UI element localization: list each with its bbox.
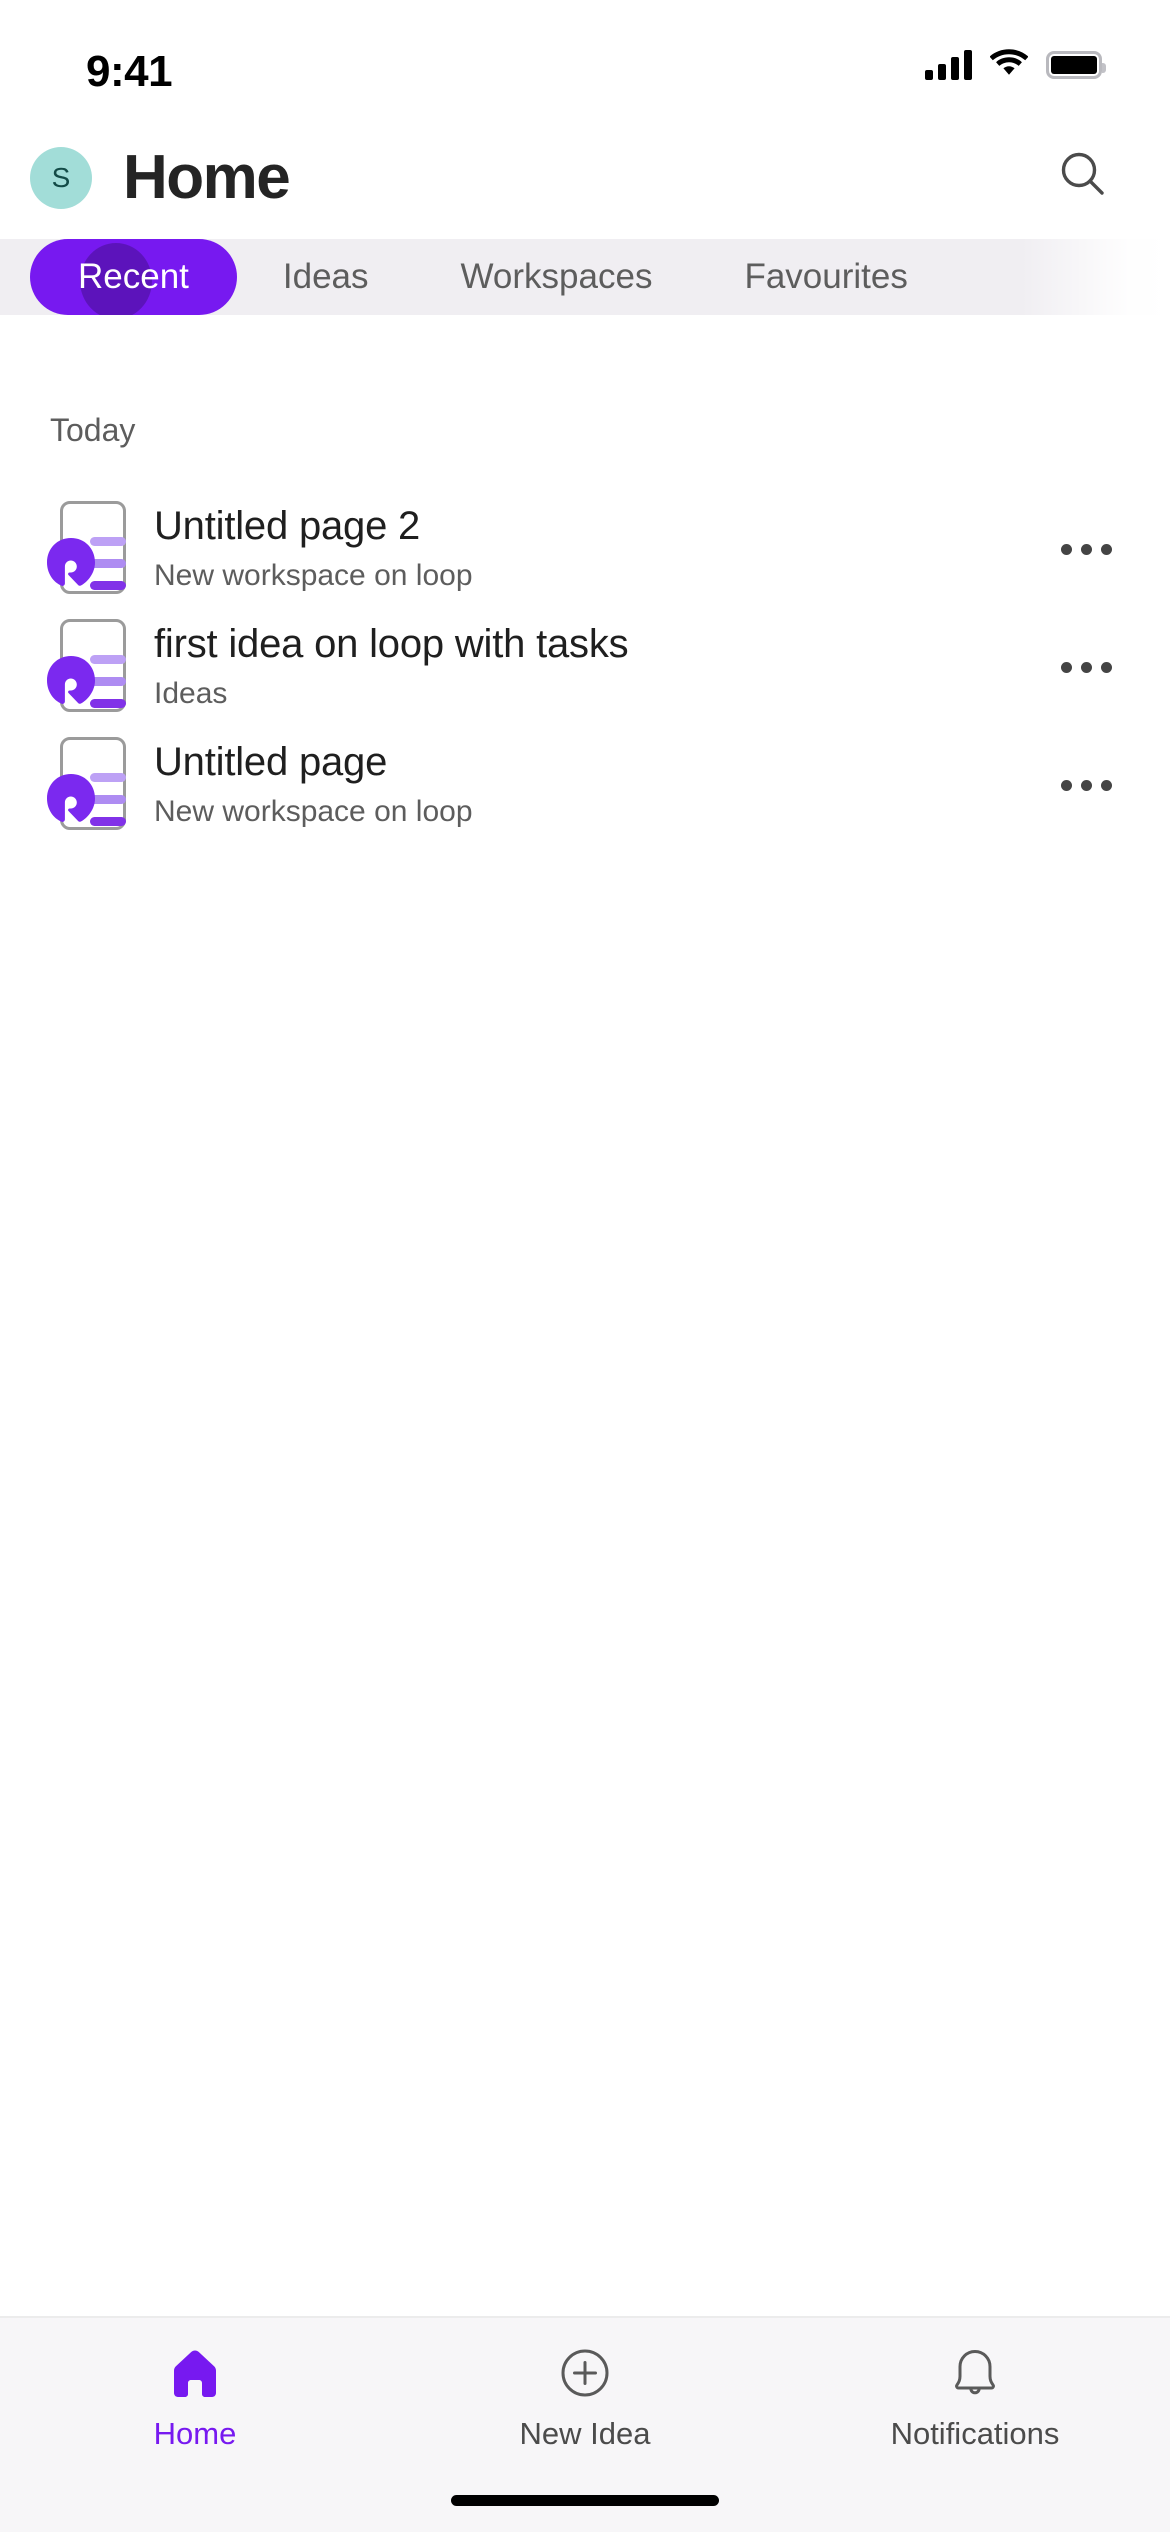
status-bar: 9:41 [0, 0, 1170, 125]
list-item-subtitle: New workspace on loop [154, 559, 473, 593]
recent-list: Untitled page 2 New workspace on loop fi… [0, 490, 1170, 844]
plus-circle-icon [556, 2342, 614, 2404]
more-horizontal-icon[interactable] [1046, 509, 1126, 589]
search-icon [1055, 147, 1111, 208]
list-item[interactable]: Untitled page New workspace on loop [0, 726, 1170, 844]
cellular-signal-icon [925, 49, 972, 80]
list-item-subtitle: Ideas [154, 677, 228, 711]
section-header-today: Today [50, 412, 136, 448]
list-item[interactable]: first idea on loop with tasks Ideas [0, 608, 1170, 726]
list-item[interactable]: Untitled page 2 New workspace on loop [0, 490, 1170, 608]
loop-logo-glyph [47, 656, 95, 704]
list-item-text: first idea on loop with tasks Ideas [140, 622, 1046, 713]
nav-item-notifications[interactable]: Notifications [780, 2342, 1170, 2449]
list-item-text: Untitled page 2 New workspace on loop [140, 504, 1046, 595]
loop-logo-glyph [47, 538, 95, 586]
loop-page-icon [44, 737, 126, 833]
loop-logo-glyph [47, 774, 95, 822]
home-indicator[interactable] [451, 2495, 719, 2506]
nav-item-home[interactable]: Home [0, 2342, 390, 2449]
more-horizontal-icon[interactable] [1046, 745, 1126, 825]
loop-page-icon [44, 501, 126, 597]
list-item-subtitle: New workspace on loop [154, 795, 473, 829]
nav-item-label: New Idea [519, 2416, 651, 2451]
tab-bar: Recent Ideas Workspaces Favourites [0, 230, 1170, 335]
list-item-title: Untitled page 2 [154, 503, 421, 548]
bell-icon [946, 2342, 1004, 2404]
tab-recent[interactable]: Recent [30, 239, 237, 315]
tab-label: Recent [78, 257, 189, 296]
list-item-title: Untitled page [154, 739, 388, 784]
status-bar-indicators [925, 48, 1106, 81]
app-screen: 9:41 S Home Recent Ideas Workspaces Favo… [0, 0, 1170, 2532]
battery-full-icon [1046, 50, 1106, 79]
home-icon [166, 2342, 224, 2404]
tab-workspaces[interactable]: Workspaces [415, 239, 699, 315]
list-item-text: Untitled page New workspace on loop [140, 740, 1046, 831]
page-title: Home [123, 142, 291, 212]
list-item-title: first idea on loop with tasks [154, 621, 629, 666]
tab-label: Favourites [744, 257, 908, 296]
nav-item-label: Notifications [890, 2416, 1060, 2451]
status-bar-time: 9:41 [86, 47, 173, 96]
app-header: S Home [0, 125, 1170, 230]
search-button[interactable] [1052, 147, 1114, 209]
tab-favourites[interactable]: Favourites [698, 239, 953, 315]
more-horizontal-icon[interactable] [1046, 627, 1126, 707]
tab-label: Ideas [282, 257, 369, 296]
tab-ideas[interactable]: Ideas [237, 239, 415, 315]
nav-item-new-idea[interactable]: New Idea [390, 2342, 780, 2449]
wifi-icon [989, 48, 1029, 81]
loop-page-icon [44, 619, 126, 715]
tab-label: Workspaces [460, 257, 653, 296]
tab-bar-fade [1020, 239, 1170, 315]
nav-item-label: Home [153, 2416, 237, 2451]
avatar[interactable]: S [30, 146, 92, 209]
content-area: Today Untitled page 2 New workspace on l… [0, 335, 1170, 2316]
